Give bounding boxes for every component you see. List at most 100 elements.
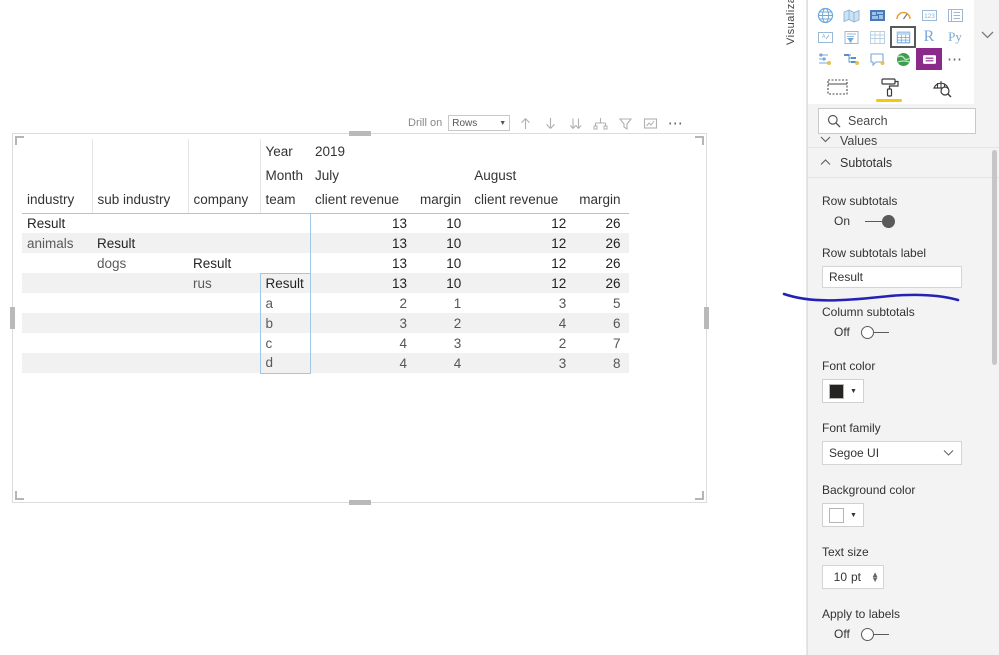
chevron-down-icon: ▼: [850, 511, 857, 519]
values-section-header[interactable]: Values: [808, 134, 999, 148]
globe-map-icon[interactable]: [812, 4, 838, 26]
cell-sub-industry: [92, 213, 188, 233]
month-july-label[interactable]: July: [310, 163, 415, 187]
expand-next-level-icon[interactable]: [591, 114, 610, 133]
key-influencers-icon[interactable]: [812, 48, 838, 70]
filled-map-icon[interactable]: [838, 4, 864, 26]
kpi-icon[interactable]: A: [812, 26, 838, 48]
table-row[interactable]: a 2 1 3 5: [22, 293, 629, 313]
cell-team: c: [259, 333, 311, 353]
month-august-label[interactable]: August: [469, 163, 574, 187]
row-subtotals-toggle[interactable]: On: [822, 214, 999, 228]
gallery-collapse-button[interactable]: [974, 0, 999, 70]
stepper-arrows[interactable]: ▲ ▼: [871, 571, 879, 584]
shape-map-icon[interactable]: [864, 4, 890, 26]
corner-handle-bottom-left[interactable]: [15, 491, 24, 500]
table-row[interactable]: Result 13 10 12 26: [22, 213, 629, 233]
background-color-picker[interactable]: ▼: [822, 503, 864, 527]
analytics-tab[interactable]: [926, 72, 956, 102]
format-sections[interactable]: Values Subtotals Row subtotals On Row su…: [808, 134, 999, 655]
visualizations-rail-label: Visualizations: [785, 0, 797, 45]
matrix-icon[interactable]: [890, 26, 916, 48]
col-header-team[interactable]: team: [260, 187, 310, 214]
drill-on-dropdown[interactable]: Rows ▼: [448, 115, 511, 131]
toggle-switch-on[interactable]: [861, 214, 895, 228]
search-placeholder: Search: [848, 114, 888, 128]
gauge-icon[interactable]: [890, 4, 916, 26]
report-canvas[interactable]: Drill on Rows ▼ ⋯ Year 2019 Month July A…: [0, 0, 775, 655]
col-header-company[interactable]: company: [188, 187, 261, 214]
search-icon: [827, 114, 841, 128]
stepper-down-icon[interactable]: ▼: [871, 576, 879, 584]
corner-handle-top-right[interactable]: [695, 136, 704, 145]
cell-value: 13: [391, 255, 407, 271]
cell-industry: Result: [27, 215, 66, 231]
row-subtotals-label-property: Row subtotals label Result: [808, 246, 999, 288]
corner-handle-bottom-right[interactable]: [695, 491, 704, 500]
col-header-industry[interactable]: industry: [22, 187, 93, 214]
more-options-icon[interactable]: ⋯: [666, 114, 685, 133]
resize-handle-right[interactable]: [704, 307, 709, 329]
column-subtotals-toggle[interactable]: Off: [822, 325, 999, 339]
filter-icon[interactable]: [616, 114, 635, 133]
search-input[interactable]: Search: [818, 108, 976, 134]
apply-to-labels-toggle[interactable]: Off: [822, 627, 999, 641]
panel-scrollbar[interactable]: [992, 150, 997, 365]
table-row[interactable]: d 4 4 3 8: [22, 353, 629, 374]
year-level-label: Year: [265, 143, 293, 159]
cell-value: 12: [551, 255, 567, 271]
table-row[interactable]: b 3 2 4 6: [22, 313, 629, 333]
values-section-title: Values: [840, 134, 878, 148]
table-row[interactable]: dogs Result 13 10 12 26: [22, 253, 629, 273]
python-script-icon[interactable]: Py: [942, 26, 968, 48]
multi-row-card-icon[interactable]: [942, 4, 968, 26]
cell-company: rus: [188, 273, 260, 293]
toggle-switch-off[interactable]: [861, 627, 895, 641]
q-and-a-icon[interactable]: [864, 48, 890, 70]
col-header-sub-industry[interactable]: sub industry: [92, 187, 189, 214]
col-header-july-margin[interactable]: margin: [415, 187, 470, 214]
subtotals-section-header[interactable]: Subtotals: [808, 148, 999, 178]
resize-handle-top[interactable]: [348, 131, 371, 136]
decomposition-tree-icon[interactable]: [838, 48, 864, 70]
more-visuals-icon[interactable]: ⋯: [942, 48, 968, 70]
toggle-switch-off[interactable]: [861, 325, 895, 339]
cell-industry: [22, 253, 92, 273]
cell-industry: [22, 313, 92, 333]
r-script-icon[interactable]: R: [916, 26, 942, 48]
cell-sub-industry: [92, 313, 188, 333]
table-row[interactable]: c 4 3 2 7: [22, 333, 629, 353]
table-row[interactable]: animals Result 13 10 12 26: [22, 233, 629, 253]
matrix-table[interactable]: Year 2019 Month July August industry sub…: [22, 139, 629, 374]
expand-all-icon[interactable]: [566, 114, 585, 133]
font-color-picker[interactable]: ▼: [822, 379, 864, 403]
cell-company: [188, 313, 260, 333]
arcgis-map-icon[interactable]: [890, 48, 916, 70]
year-value: 2019: [315, 143, 346, 159]
focus-mode-icon[interactable]: [641, 114, 660, 133]
fields-tab[interactable]: [822, 72, 852, 102]
visualizations-pane[interactable]: 123 A R Py ⋯ Search Values Subtotals Row…: [807, 0, 999, 655]
resize-handle-left[interactable]: [10, 307, 15, 329]
col-header-july-client-revenue[interactable]: client revenue: [310, 187, 415, 214]
row-subtotals-label-input[interactable]: Result: [822, 266, 962, 288]
slicer-icon[interactable]: [838, 26, 864, 48]
resize-handle-bottom[interactable]: [348, 500, 371, 505]
card-icon[interactable]: 123: [916, 4, 942, 26]
font-family-select[interactable]: Segoe UI: [822, 441, 962, 465]
col-header-august-margin[interactable]: margin: [574, 187, 629, 214]
table-row[interactable]: rus Result 13 10 12 26: [22, 272, 629, 293]
format-tab[interactable]: [874, 72, 904, 102]
text-size-stepper[interactable]: 10 pt ▲ ▼: [822, 565, 884, 589]
table-icon[interactable]: [864, 26, 890, 48]
cell-value: 10: [415, 233, 470, 253]
drill-down-icon[interactable]: [541, 114, 560, 133]
matrix-visual-container[interactable]: Year 2019 Month July August industry sub…: [10, 131, 709, 505]
drill-up-icon[interactable]: [516, 114, 535, 133]
chevron-down-icon: ▼: [850, 387, 857, 395]
pane-tabs[interactable]: [808, 70, 974, 104]
col-header-august-client-revenue[interactable]: client revenue: [469, 187, 575, 214]
visual-type-gallery[interactable]: 123 A R Py ⋯: [808, 0, 974, 70]
paginated-report-icon[interactable]: [916, 48, 942, 70]
cell-sub-industry: [92, 333, 188, 353]
